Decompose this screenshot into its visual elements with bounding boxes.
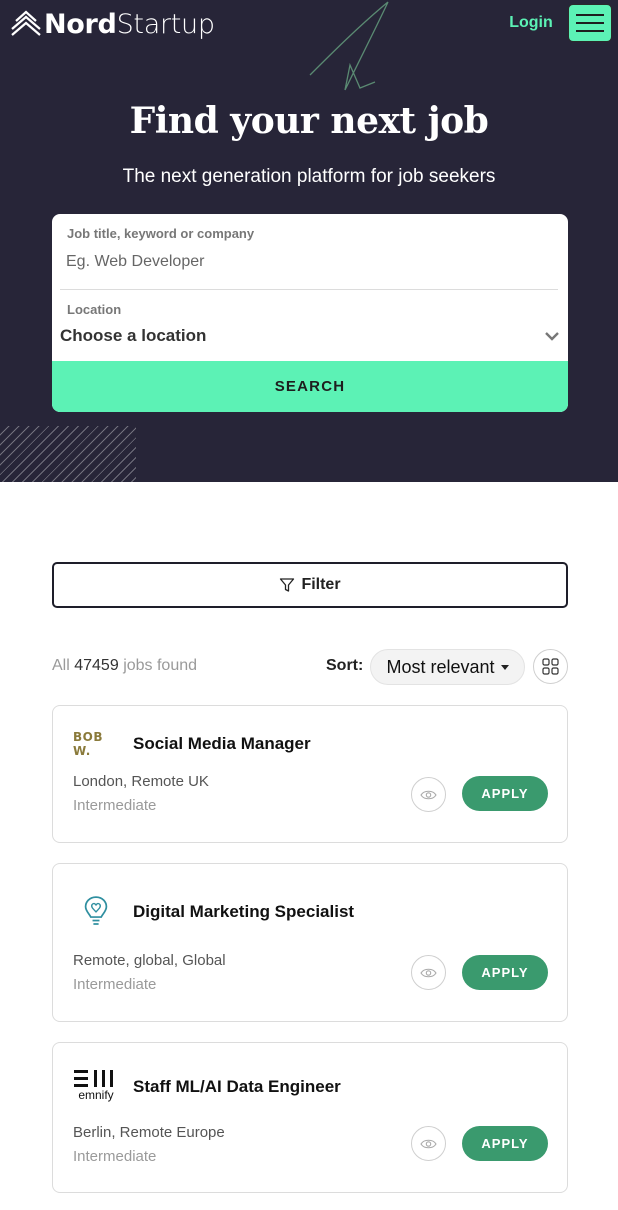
sort-dropdown[interactable]: Most relevant [370,649,525,685]
location-label: Location [67,302,122,317]
page-title: Find your next job [129,100,489,142]
job-card[interactable]: emnify Staff ML/AI Data Engineer Berlin,… [52,1042,568,1193]
job-title[interactable]: Digital Marketing Specialist [133,902,354,922]
eye-icon[interactable] [411,955,446,990]
eye-icon[interactable] [411,1126,446,1161]
logo-chevrons-icon [11,10,41,36]
job-card[interactable]: Digital Marketing Specialist Remote, glo… [52,863,568,1022]
job-location: Remote, global, Global [73,952,226,969]
logo-text: NordStartup [44,8,215,40]
caret-down-icon [500,664,509,670]
job-title[interactable]: Staff ML/AI Data Engineer [133,1077,341,1097]
filter-button[interactable]: Filter [52,562,568,608]
location-select[interactable]: Choose a location [60,322,560,350]
job-location: London, Remote UK [73,773,209,790]
chevron-down-icon [545,332,559,341]
eye-icon[interactable] [411,777,446,812]
company-logo: emnify [73,1065,119,1105]
results-number: 47459 [74,657,119,674]
keyword-label: Job title, keyword or company [67,226,255,241]
results-count: All 47459 jobs found [52,657,198,674]
filter-label: Filter [301,576,341,593]
decorative-scribble [309,1,389,91]
search-button[interactable]: SEARCH [52,361,568,412]
keyword-input[interactable] [66,250,546,274]
job-level: Intermediate [73,797,157,814]
company-logo: BOB W. [73,730,103,758]
job-location: Berlin, Remote Europe [73,1124,225,1141]
divider [60,289,558,290]
lightbulb-heart-logo-icon [73,891,119,931]
job-title[interactable]: Social Media Manager [133,734,311,754]
login-link[interactable]: Login [505,12,557,34]
job-level: Intermediate [73,976,157,993]
apply-button[interactable]: APPLY [462,1126,548,1161]
funnel-icon [280,578,295,592]
hero-section: NordStartup Login Find your next job The… [0,0,618,482]
search-form: Job title, keyword or company Location C… [52,214,568,412]
sort-label: Sort: [326,657,364,674]
grid-view-icon[interactable] [533,649,568,684]
emnify-mark-icon [74,1070,113,1087]
sort-value: Most relevant [386,656,495,677]
hamburger-menu-icon[interactable] [568,4,612,42]
apply-button[interactable]: APPLY [462,776,548,811]
job-level: Intermediate [73,1148,157,1165]
job-card[interactable]: BOB W. Social Media Manager London, Remo… [52,705,568,843]
location-value: Choose a location [60,326,207,345]
site-logo[interactable]: NordStartup [10,6,215,42]
page-subtitle: The next generation platform for job see… [122,166,496,187]
apply-button[interactable]: APPLY [462,955,548,990]
decorative-hatch-pattern [0,426,136,482]
